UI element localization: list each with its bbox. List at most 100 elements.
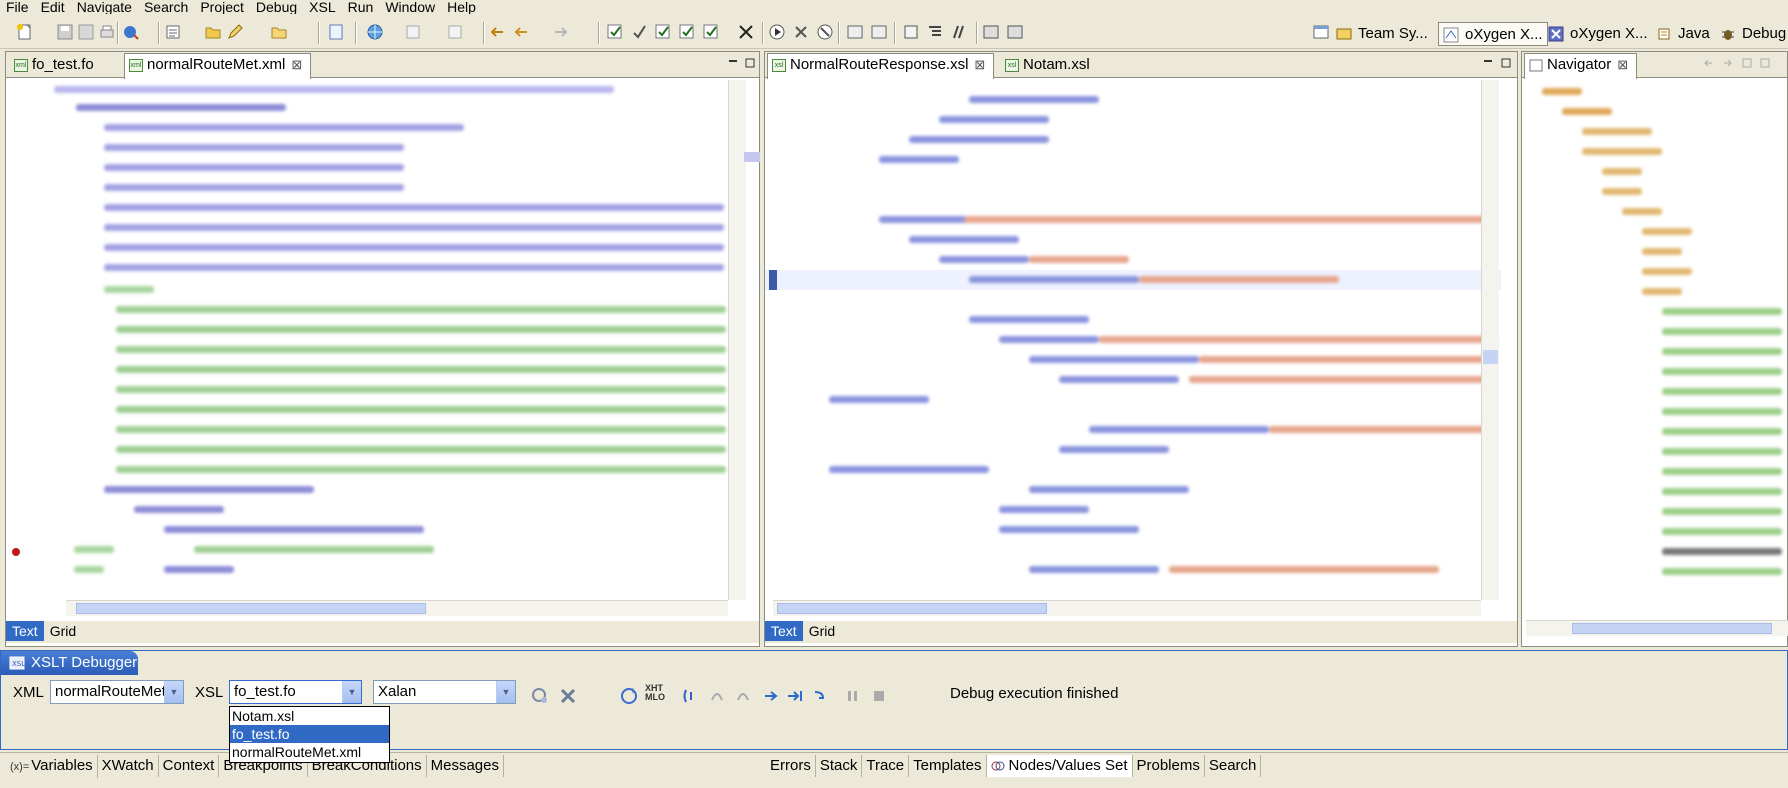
menu-navigate[interactable]: Navigate: [77, 0, 132, 14]
tab-messages[interactable]: Messages: [427, 755, 504, 777]
tree-view-icon[interactable]: [902, 23, 920, 41]
folder-menu-icon[interactable]: [270, 23, 288, 41]
dropdown-option-normal-route-met[interactable]: normalRouteMet.xml: [230, 743, 389, 761]
run-to-cursor-icon[interactable]: [785, 686, 805, 706]
menu-debug[interactable]: Debug: [256, 0, 297, 14]
xhtml-output-icon[interactable]: XHT MLO: [645, 684, 669, 704]
chevron-down-icon[interactable]: ▼: [164, 681, 183, 703]
back-arrow-icon[interactable]: [488, 23, 506, 41]
view-menu-icon[interactable]: [1760, 58, 1770, 68]
horizontal-scrollbar-middle[interactable]: [773, 600, 1481, 616]
forward-icon[interactable]: [1722, 58, 1732, 68]
refresh-icon[interactable]: [619, 686, 639, 706]
minimize-icon[interactable]: [1483, 58, 1493, 68]
debug-run-icon[interactable]: [122, 23, 140, 41]
tab-fo-test[interactable]: xml fo_test.fo: [10, 54, 94, 78]
tab-normal-route-met[interactable]: xml normalRouteMet.xml ⊠: [124, 53, 312, 79]
run-arrow-icon[interactable]: [761, 686, 781, 706]
globe-icon[interactable]: [366, 23, 384, 41]
menu-xsl[interactable]: XSL: [309, 0, 335, 14]
validate-schema-icon[interactable]: [702, 23, 720, 41]
tab-grid-mode[interactable]: Grid: [803, 621, 841, 641]
menu-file[interactable]: File: [6, 0, 29, 14]
menu-edit[interactable]: Edit: [41, 0, 65, 14]
collapse-icon[interactable]: [1742, 58, 1752, 68]
tab-nodes-values-set[interactable]: Nodes/Values Set: [986, 755, 1133, 777]
processor-combo[interactable]: Xalan ▼: [373, 680, 516, 704]
vertical-scrollbar-middle[interactable]: [1481, 80, 1499, 600]
menu-project[interactable]: Project: [200, 0, 244, 14]
db-icon[interactable]: [982, 23, 1000, 41]
debug-tool-icon[interactable]: [792, 23, 810, 41]
code-area-middle[interactable]: [769, 80, 1497, 600]
transform-icon[interactable]: [846, 23, 864, 41]
close-tab-icon[interactable]: ⊠: [291, 57, 302, 72]
pause-icon[interactable]: [843, 686, 863, 706]
tab-templates[interactable]: Templates: [909, 755, 987, 777]
tab-trace[interactable]: Trace: [862, 755, 910, 777]
xml-combo[interactable]: normalRouteMet.xml ▼: [50, 680, 184, 704]
tab-xwatch[interactable]: XWatch: [98, 755, 159, 777]
run-to-end-icon[interactable]: [811, 686, 831, 706]
minimize-icon[interactable]: [728, 58, 738, 68]
horizontal-scrollbar-left[interactable]: [66, 600, 728, 616]
breakpoint-icon[interactable]: [11, 547, 21, 557]
new-file-icon[interactable]: [16, 23, 34, 41]
format-icon[interactable]: [404, 23, 422, 41]
validate-all-icon[interactable]: [678, 23, 696, 41]
tab-notam[interactable]: xsl Notam.xsl: [1001, 54, 1090, 78]
forward-arrow-icon[interactable]: [552, 23, 570, 41]
back-history-icon[interactable]: [512, 23, 530, 41]
validate-check-icon[interactable]: [654, 23, 672, 41]
menu-window[interactable]: Window: [385, 0, 435, 14]
close-tab-icon[interactable]: ⊠: [1617, 57, 1628, 72]
configure-parameters-icon[interactable]: [530, 686, 550, 706]
tab-variables[interactable]: (x)= Variables: [6, 755, 98, 778]
clear-x-icon[interactable]: [737, 23, 755, 41]
horizontal-scrollbar-navigator[interactable]: [1526, 620, 1788, 636]
dropdown-option-fo-test[interactable]: fo_test.fo: [230, 725, 389, 743]
perspective-java[interactable]: Java: [1652, 22, 1714, 46]
chevron-down-icon[interactable]: ▼: [342, 681, 361, 703]
link-icon[interactable]: [558, 686, 578, 706]
tab-text-mode[interactable]: Text: [6, 621, 44, 641]
tab-grid-mode[interactable]: Grid: [44, 621, 82, 641]
save-icon[interactable]: [56, 23, 74, 41]
tab-stack[interactable]: Stack: [816, 755, 863, 777]
indent-icon[interactable]: [446, 23, 464, 41]
stop-icon[interactable]: [869, 686, 889, 706]
outline-icon[interactable]: [926, 23, 944, 41]
tab-search[interactable]: Search: [1205, 755, 1262, 777]
schema-icon[interactable]: [1006, 23, 1024, 41]
step-over-icon[interactable]: [707, 686, 727, 706]
check-icon[interactable]: [606, 23, 624, 41]
run-play-icon[interactable]: [768, 23, 786, 41]
xsl-combo[interactable]: fo_test.fo ▼: [229, 680, 362, 704]
config-transform-icon[interactable]: [870, 23, 888, 41]
dropdown-option-notam[interactable]: Notam.xsl: [230, 707, 389, 725]
maximize-icon[interactable]: [745, 58, 755, 68]
tab-errors[interactable]: Errors: [766, 755, 816, 777]
menu-search[interactable]: Search: [144, 0, 188, 14]
tab-problems[interactable]: Problems: [1133, 755, 1205, 777]
back-icon[interactable]: [1704, 58, 1714, 68]
step-into-icon[interactable]: [681, 686, 701, 706]
save-all-icon[interactable]: [77, 23, 95, 41]
print-icon[interactable]: [98, 23, 116, 41]
perspective-debug[interactable]: Debug: [1716, 22, 1788, 46]
perspective-oxygen-xsl[interactable]: oXygen X...: [1544, 22, 1652, 46]
open-folder-icon[interactable]: [204, 23, 222, 41]
perspective-oxygen-xml[interactable]: oXygen X...: [1438, 22, 1548, 46]
code-area-left[interactable]: [14, 80, 734, 600]
open-perspective-icon[interactable]: [1312, 23, 1330, 41]
step-out-icon[interactable]: [733, 686, 753, 706]
maximize-icon[interactable]: [1501, 58, 1511, 68]
menu-help[interactable]: Help: [447, 0, 476, 14]
comment-icon[interactable]: [950, 23, 968, 41]
close-tab-icon[interactable]: ⊠: [974, 57, 985, 72]
tab-normal-route-response[interactable]: xsl NormalRouteResponse.xsl ⊠: [767, 53, 995, 79]
check-wf-icon[interactable]: [630, 23, 648, 41]
menu-run[interactable]: Run: [348, 0, 374, 14]
edit-pencil-icon[interactable]: [226, 23, 244, 41]
open-type-icon[interactable]: [164, 23, 182, 41]
